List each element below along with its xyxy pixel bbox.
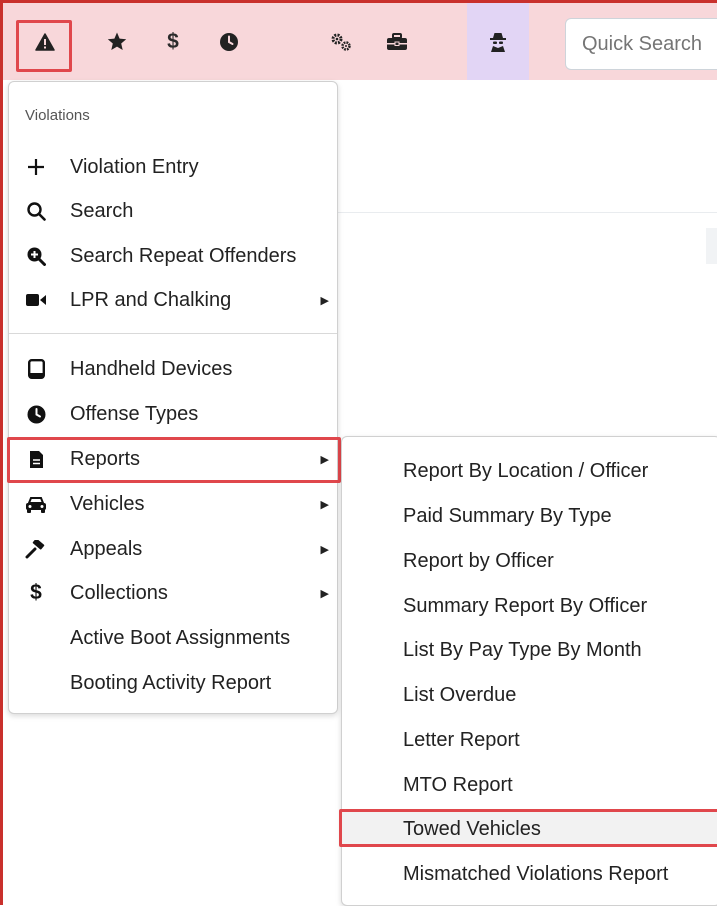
background-panel-edge bbox=[706, 228, 717, 264]
menu-item-label: Active Boot Assignments bbox=[70, 626, 291, 649]
menu-item-label: Booting Activity Report bbox=[70, 671, 272, 694]
frame-top-edge bbox=[0, 0, 717, 3]
settings-button[interactable] bbox=[313, 3, 369, 80]
search-icon bbox=[24, 201, 48, 221]
menu-separator bbox=[9, 333, 337, 334]
menu-item-violation-entry[interactable]: Violation Entry bbox=[9, 145, 337, 189]
menu-item-label: Vehicles bbox=[70, 492, 145, 515]
menu-item-label: Search Repeat Offenders bbox=[70, 244, 297, 267]
menu-item-collections[interactable]: $ Collections ▶ bbox=[9, 571, 337, 615]
reports-submenu: Report By Location / Officer Paid Summar… bbox=[339, 436, 717, 906]
submenu-item-report-by-officer[interactable]: Report by Officer bbox=[403, 546, 554, 576]
gears-icon bbox=[329, 32, 353, 52]
plus-icon bbox=[24, 158, 48, 176]
top-toolbar: $ bbox=[3, 3, 717, 80]
menu-item-offense-types[interactable]: Offense Types bbox=[9, 392, 337, 436]
quick-search-input[interactable] bbox=[565, 18, 717, 70]
clock-icon bbox=[24, 405, 48, 424]
search-plus-icon bbox=[24, 247, 48, 266]
menu-item-search[interactable]: Search bbox=[9, 189, 337, 233]
menu-item-lpr-and-chalking[interactable]: LPR and Chalking ▶ bbox=[9, 278, 337, 322]
spy-icon bbox=[490, 32, 506, 52]
menu-header: Violations bbox=[25, 107, 90, 124]
submenu-item-report-by-location-officer[interactable]: Report By Location / Officer bbox=[403, 456, 648, 486]
towed-vehicles-highlight bbox=[339, 809, 717, 847]
menu-item-label: Violation Entry bbox=[70, 155, 199, 178]
tools-button[interactable] bbox=[369, 3, 425, 80]
submenu-item-mismatched-violations-report[interactable]: Mismatched Violations Report bbox=[403, 859, 668, 889]
caret-right-icon: ▶ bbox=[320, 294, 329, 307]
page-divider bbox=[337, 212, 717, 213]
menu-item-vehicles[interactable]: Vehicles ▶ bbox=[9, 482, 337, 526]
payments-button[interactable]: $ bbox=[145, 3, 201, 80]
menu-item-search-repeat-offenders[interactable]: Search Repeat Offenders bbox=[9, 234, 337, 278]
menu-item-label: Collections bbox=[70, 581, 168, 604]
submenu-item-list-overdue[interactable]: List Overdue bbox=[403, 680, 516, 710]
submenu-item-letter-report[interactable]: Letter Report bbox=[403, 725, 520, 755]
clock-icon bbox=[219, 32, 239, 52]
tablet-icon bbox=[24, 359, 48, 379]
submenu-item-mto-report[interactable]: MTO Report bbox=[403, 770, 513, 800]
menu-item-active-boot-assignments[interactable]: Active Boot Assignments bbox=[9, 616, 337, 660]
menu-item-label: Handheld Devices bbox=[70, 357, 233, 380]
violations-dropdown-menu: Violations Violation Entry Search Search… bbox=[7, 81, 341, 714]
gavel-icon bbox=[24, 539, 48, 559]
history-button[interactable] bbox=[201, 3, 257, 80]
caret-right-icon: ▶ bbox=[320, 498, 329, 511]
menu-item-handheld-devices[interactable]: Handheld Devices bbox=[9, 347, 337, 391]
car-icon bbox=[24, 496, 48, 513]
star-icon bbox=[107, 32, 127, 51]
menu-item-booting-activity-report[interactable]: Booting Activity Report bbox=[9, 661, 337, 705]
submenu-item-paid-summary-by-type[interactable]: Paid Summary By Type bbox=[403, 501, 612, 531]
reports-item-highlight bbox=[7, 437, 341, 483]
menu-item-label: Appeals bbox=[70, 537, 143, 560]
menu-item-label: Offense Types bbox=[70, 402, 199, 425]
submenu-item-summary-report-by-officer[interactable]: Summary Report By Officer bbox=[403, 591, 647, 621]
favorites-button[interactable] bbox=[89, 3, 145, 80]
dollar-icon: $ bbox=[167, 29, 179, 53]
submenu-item-list-by-pay-type-by-month[interactable]: List By Pay Type By Month bbox=[403, 635, 642, 665]
dollar-icon: $ bbox=[30, 581, 42, 604]
investigations-tab[interactable] bbox=[467, 3, 529, 80]
caret-right-icon: ▶ bbox=[320, 587, 329, 600]
menu-item-appeals[interactable]: Appeals ▶ bbox=[9, 527, 337, 571]
menu-item-label: Search bbox=[70, 199, 134, 222]
toolbox-icon bbox=[386, 32, 408, 51]
frame-left-edge bbox=[0, 0, 3, 905]
violations-button-highlight bbox=[16, 20, 72, 72]
video-icon bbox=[24, 293, 48, 307]
menu-item-label: LPR and Chalking bbox=[70, 288, 232, 311]
caret-right-icon: ▶ bbox=[320, 543, 329, 556]
